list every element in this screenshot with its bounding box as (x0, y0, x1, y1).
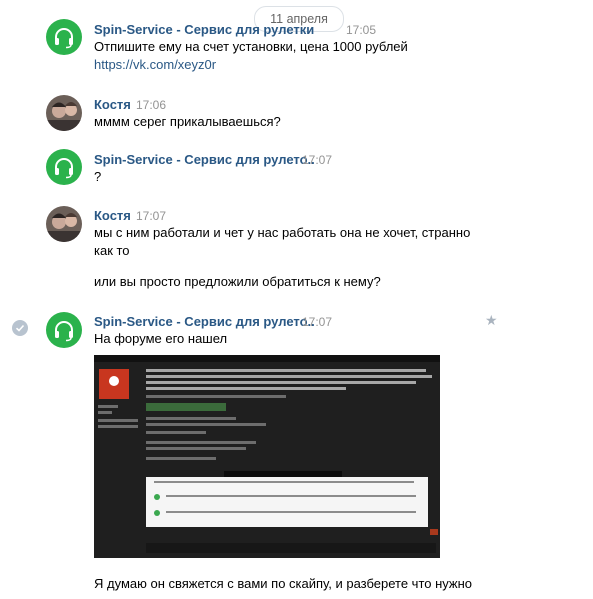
star-icon[interactable]: ★ (485, 312, 498, 329)
message-time[interactable]: 17:07 (136, 209, 166, 223)
message-text: мы с ним работали и чет у нас работать о… (94, 225, 471, 240)
message-text: мммм серег прикалываешься? (94, 114, 281, 129)
message-text: На форуме его нашел (94, 331, 228, 346)
message-text: или вы просто предложили обратиться к не… (94, 274, 381, 289)
message-time[interactable]: 17:07 (302, 153, 332, 167)
message-time[interactable]: 17:07 (302, 315, 332, 329)
image-table (146, 477, 428, 527)
sender-name[interactable]: Spin-Service - Сервис для рулето.. (94, 152, 315, 167)
message-time[interactable]: 17:06 (136, 98, 166, 112)
user-photo-icon (46, 95, 82, 131)
message-link[interactable]: https://vk.com/xeyz0r (94, 56, 216, 74)
message-time[interactable]: 17:05 (346, 23, 376, 37)
avatar[interactable] (46, 19, 82, 55)
sender-name[interactable]: Костя (94, 208, 131, 223)
sender-name[interactable]: Костя (94, 97, 131, 112)
message-text: Я думаю он свяжется с вами по скайпу, и … (94, 576, 473, 591)
avatar[interactable] (46, 206, 82, 242)
headset-icon (55, 28, 73, 49)
check-circle-icon (12, 320, 28, 336)
sender-name[interactable]: Spin-Service - Сервис для рулетки (94, 22, 314, 37)
message-text: Отпишите ему на счет установки, цена 100… (94, 39, 408, 54)
image-avatar (99, 369, 129, 399)
message-text: ? (94, 169, 102, 184)
avatar[interactable] (46, 312, 82, 348)
headset-icon (55, 158, 73, 179)
message-text: как то (94, 243, 130, 258)
avatar[interactable] (46, 95, 82, 131)
user-photo-icon (46, 206, 82, 242)
headset-icon (55, 321, 73, 342)
attached-image[interactable] (94, 355, 440, 558)
avatar[interactable] (46, 149, 82, 185)
image-header (94, 355, 440, 362)
sender-name[interactable]: Spin-Service - Сервис для рулето.. (94, 314, 315, 329)
